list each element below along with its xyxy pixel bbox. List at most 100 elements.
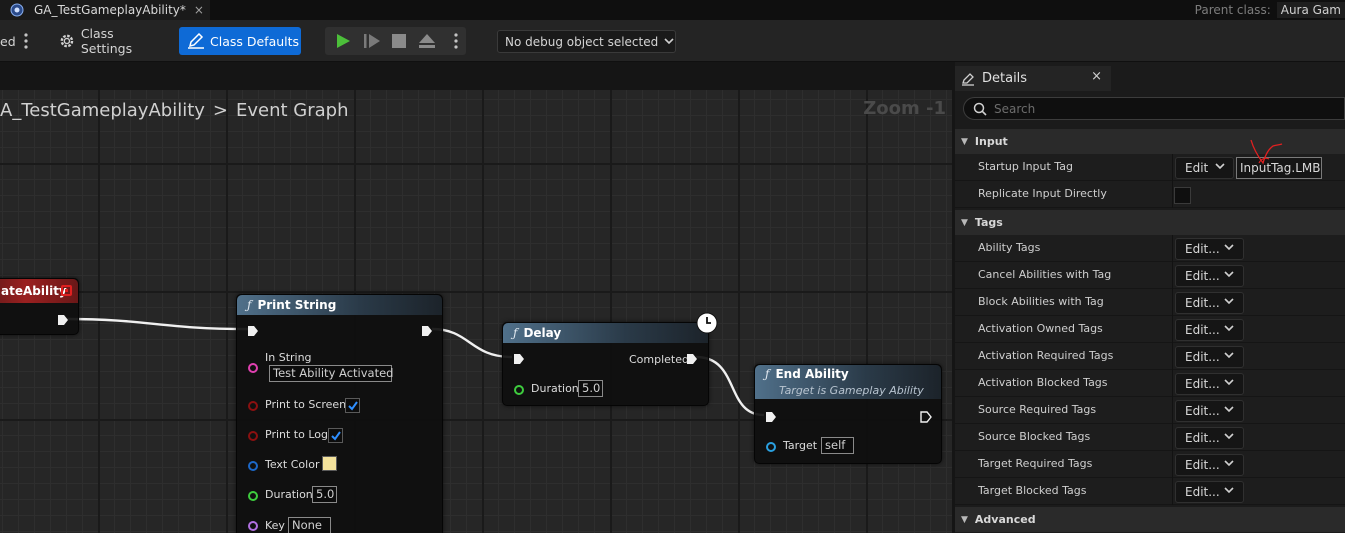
tag-property-label: Target Required Tags — [978, 457, 1093, 470]
tag-property-label: Activation Owned Tags — [978, 322, 1103, 335]
duration-pin[interactable] — [248, 491, 258, 501]
tag-edit-button[interactable]: Edit... — [1175, 454, 1244, 476]
step-icon[interactable] — [363, 33, 381, 49]
row-divider — [1172, 343, 1173, 370]
document-tab-bar: GA_TestGameplayAbility* × Parent class: … — [0, 0, 1345, 20]
edit-label: Edit... — [1185, 458, 1220, 472]
tag-property-label: Block Abilities with Tag — [978, 295, 1104, 308]
tag-edit-button[interactable]: Edit... — [1175, 346, 1244, 368]
exec-in-pin[interactable] — [247, 325, 259, 337]
unreal-logo-icon — [10, 3, 24, 17]
in-string-field[interactable]: Test Ability Activated — [269, 365, 393, 382]
delay-duration-field[interactable]: 5.0 — [578, 380, 603, 397]
in-string-pin[interactable] — [248, 363, 258, 373]
delay-node[interactable]: ƒ Delay Completed Duration 5.0 — [502, 312, 718, 406]
tag-edit-button[interactable]: Edit... — [1175, 265, 1244, 287]
tag-edit-button[interactable]: Edit... — [1175, 373, 1244, 395]
clock-icon — [696, 312, 718, 334]
startup-input-tag-edit-button[interactable]: Edit — [1175, 157, 1234, 179]
print-string-node[interactable]: ƒ Print String In String Test Ability Ac… — [236, 294, 443, 533]
exec-out-pin[interactable] — [920, 411, 932, 423]
exec-in-pin[interactable] — [765, 411, 777, 423]
asset-tab[interactable]: GA_TestGameplayAbility* × — [0, 0, 210, 20]
key-field[interactable]: None — [288, 517, 331, 533]
print-string-title: Print String — [257, 298, 337, 312]
key-pin[interactable] — [248, 521, 258, 531]
tag-property-label: Source Required Tags — [978, 403, 1097, 416]
debug-object-select[interactable]: No debug object selected — [497, 30, 676, 53]
print-to-log-pin[interactable] — [248, 431, 258, 441]
row-divider — [1172, 316, 1173, 343]
delay-title: Delay — [523, 326, 562, 340]
end-ability-subtitle: Target is Gameplay Ability — [779, 384, 924, 397]
parent-class-value[interactable]: Aura Gam — [1276, 2, 1345, 18]
exec-in-pin[interactable] — [513, 353, 525, 365]
tag-edit-button[interactable]: Edit... — [1175, 400, 1244, 422]
play-icon[interactable] — [335, 33, 351, 49]
tag-property-label: Target Blocked Tags — [978, 484, 1087, 497]
details-tab[interactable]: Details × — [955, 66, 1111, 91]
text-color-pin[interactable] — [248, 461, 258, 471]
print-to-log-checkbox[interactable] — [328, 428, 343, 443]
checkmark-icon — [348, 401, 358, 411]
end-ability-title: End Ability — [775, 367, 849, 381]
chevron-down-icon — [1215, 163, 1225, 170]
replicate-input-directly-checkbox[interactable] — [1174, 187, 1191, 204]
chevron-down-icon: ▼ — [961, 217, 968, 228]
tag-edit-button[interactable]: Edit... — [1175, 238, 1244, 260]
edit-label: Edit... — [1185, 242, 1220, 256]
tag-property-row: Target Blocked Tags Edit... — [955, 478, 1345, 505]
toolbar-clipped-label[interactable]: ed — [0, 34, 16, 49]
details-search-input[interactable]: Search — [963, 97, 1345, 120]
chevron-down-icon: ▼ — [961, 136, 968, 147]
property-startup-input-tag: Startup Input Tag Edit InputTag.LMB — [955, 139, 1345, 181]
stop-icon[interactable] — [392, 34, 406, 48]
row-divider — [1172, 424, 1173, 451]
edit-label: Edit... — [1185, 269, 1220, 283]
play-controls — [325, 27, 466, 55]
text-color-swatch[interactable] — [322, 456, 337, 471]
duration-pin[interactable] — [514, 385, 524, 395]
tag-edit-button[interactable]: Edit... — [1175, 292, 1244, 314]
class-settings-label: Class Settings — [80, 26, 133, 56]
chevron-down-icon — [1224, 487, 1234, 494]
category-input[interactable]: ▼ Input — [955, 129, 1345, 154]
delay-duration-label: Duration — [531, 382, 579, 395]
close-details-icon[interactable]: × — [1091, 69, 1102, 84]
tag-edit-button[interactable]: Edit... — [1175, 427, 1244, 449]
kebab-icon[interactable] — [24, 33, 28, 49]
close-tab-icon[interactable]: × — [194, 3, 204, 17]
exec-out-pin[interactable] — [421, 325, 433, 337]
function-icon: ƒ — [765, 367, 770, 381]
tag-property-label: Ability Tags — [978, 241, 1041, 254]
completed-exec-pin[interactable] — [686, 353, 698, 365]
event-delegate-pin[interactable] — [61, 285, 72, 296]
class-defaults-button[interactable]: Class Defaults — [179, 27, 301, 55]
kebab-icon[interactable] — [454, 33, 458, 49]
print-to-screen-pin[interactable] — [248, 401, 258, 411]
duration-field[interactable]: 5.0 — [312, 486, 337, 503]
class-settings-button[interactable]: Class Settings — [56, 26, 168, 56]
target-pin[interactable] — [766, 442, 776, 452]
tag-edit-button[interactable]: Edit... — [1175, 481, 1244, 503]
parent-class-indicator: Parent class: Aura Gam — [1195, 0, 1345, 20]
print-to-screen-checkbox[interactable] — [345, 398, 360, 413]
event-node-title: ateAbility — [1, 284, 67, 298]
chevron-down-icon — [1224, 244, 1234, 251]
search-icon — [973, 102, 987, 116]
tag-edit-button[interactable]: Edit... — [1175, 319, 1244, 341]
target-label: Target — [783, 439, 818, 452]
event-activate-ability-node[interactable]: ateAbility — [0, 278, 79, 335]
category-tags[interactable]: ▼ Tags — [955, 210, 1345, 235]
function-icon: ƒ — [513, 326, 518, 340]
eject-icon[interactable] — [418, 33, 436, 49]
property-replicate-input-directly: Replicate Input Directly — [955, 181, 1345, 208]
event-graph-canvas[interactable]: A_TestGameplayAbility > Event Graph Zoom… — [0, 62, 952, 533]
edit-label: Edit... — [1185, 485, 1220, 499]
annotation-squiggle — [1250, 139, 1283, 165]
target-field[interactable]: self — [821, 437, 854, 454]
exec-out-pin[interactable] — [57, 314, 69, 326]
text-color-label: Text Color — [265, 458, 320, 471]
category-advanced[interactable]: ▼ Advanced — [955, 507, 1345, 532]
end-ability-node[interactable]: ƒ End Ability Target is Gameplay Ability… — [754, 364, 942, 464]
